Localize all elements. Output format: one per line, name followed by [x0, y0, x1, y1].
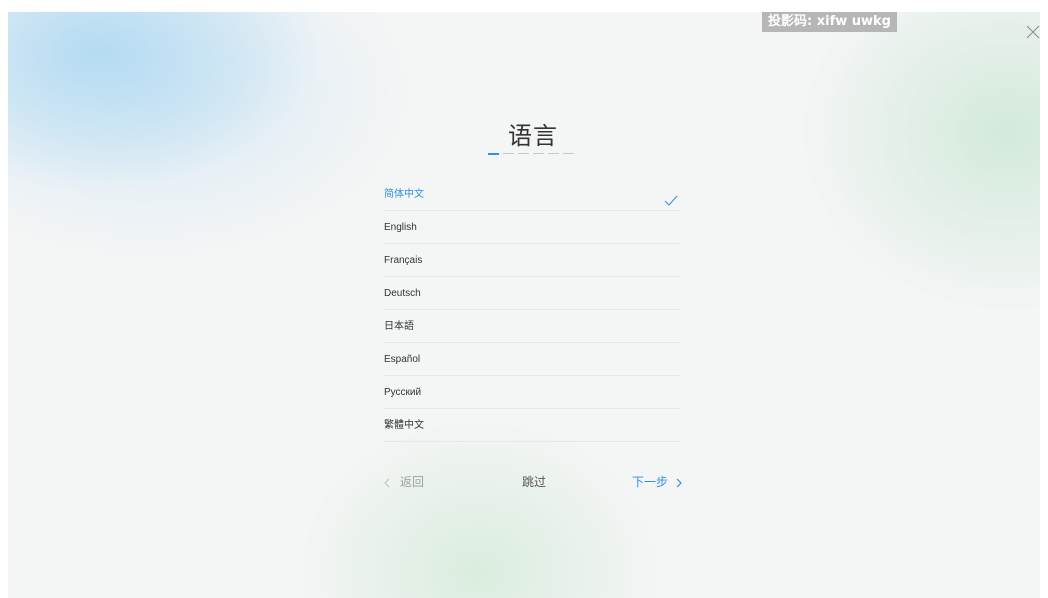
- checkmark-icon: [664, 188, 678, 206]
- language-list: 简体中文 English Français Deutsch 日本語 Españo…: [384, 178, 680, 442]
- language-item-french[interactable]: Français: [384, 244, 680, 277]
- language-item-simplified-chinese[interactable]: 简体中文: [384, 178, 680, 211]
- language-item-traditional-chinese[interactable]: 繁體中文: [384, 409, 680, 442]
- skip-label: 跳过: [522, 475, 547, 489]
- next-label: 下一步: [632, 475, 669, 489]
- step-indicator: [488, 153, 574, 155]
- language-label: Español: [384, 354, 421, 365]
- step-dash-6: [563, 153, 574, 154]
- step-dash-1: [488, 153, 499, 155]
- language-label: Français: [384, 255, 423, 266]
- language-item-japanese[interactable]: 日本語: [384, 310, 680, 343]
- language-label: Deutsch: [384, 288, 421, 299]
- setup-screen: 投影码: xifw uwkg 语言 简体中文 English Français: [8, 12, 1040, 598]
- language-label: English: [384, 222, 417, 233]
- step-dash-5: [548, 153, 559, 154]
- chevron-right-icon: [676, 478, 682, 488]
- language-item-german[interactable]: Deutsch: [384, 277, 680, 310]
- page-title: 语言: [508, 123, 558, 150]
- language-label: Русский: [384, 387, 422, 398]
- language-label: 日本語: [384, 321, 414, 332]
- close-icon[interactable]: [1026, 25, 1040, 39]
- back-label: 返回: [400, 475, 425, 489]
- language-item-english[interactable]: English: [384, 211, 680, 244]
- chevron-left-icon: [384, 478, 390, 488]
- language-item-russian[interactable]: Русский: [384, 376, 680, 409]
- step-dash-3: [518, 153, 529, 154]
- back-button[interactable]: 返回: [384, 474, 424, 490]
- language-item-spanish[interactable]: Español: [384, 343, 680, 376]
- step-dash-2: [503, 153, 514, 154]
- projection-code-badge: 投影码: xifw uwkg: [762, 12, 897, 32]
- next-button[interactable]: 下一步: [632, 474, 682, 490]
- language-label: 简体中文: [384, 189, 424, 200]
- language-label: 繁體中文: [384, 420, 424, 431]
- step-dash-4: [533, 153, 544, 154]
- skip-button[interactable]: 跳过: [522, 474, 546, 490]
